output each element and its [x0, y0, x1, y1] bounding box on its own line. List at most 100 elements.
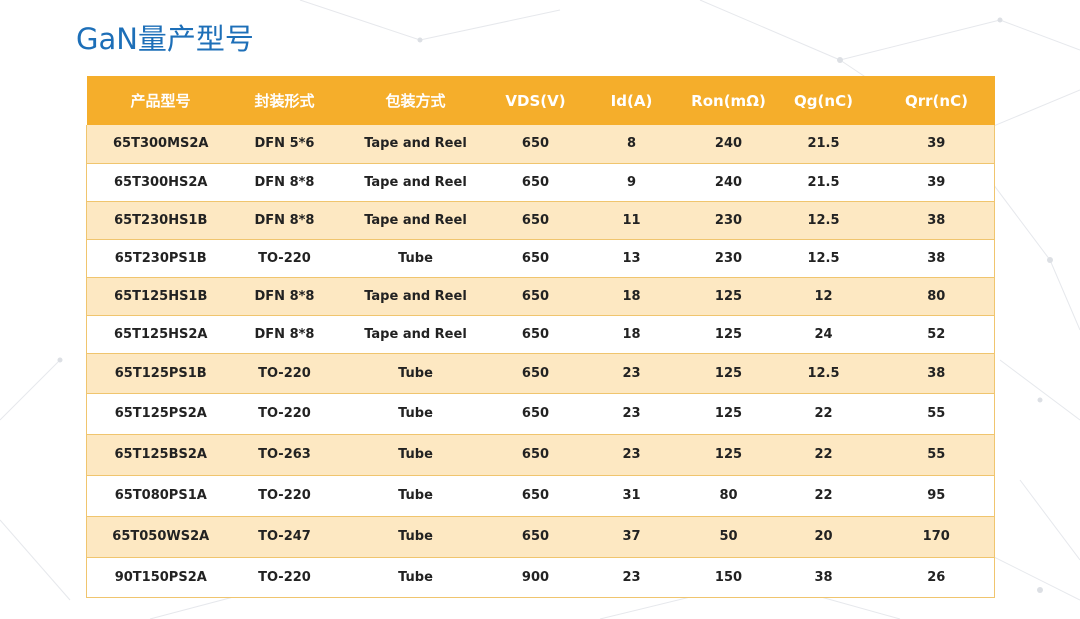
table-row: 65T125PS2A TO-220 Tube 650 23 125 22 55: [86, 393, 995, 435]
table-cell: 65T300HS2A: [86, 163, 235, 202]
column-header: 封装形式: [234, 76, 335, 125]
table-cell: 80: [878, 277, 995, 316]
column-header: Id(A): [574, 76, 689, 125]
table-cell: 65T300MS2A: [86, 125, 235, 164]
table-cell: 12.5: [768, 201, 879, 240]
table-cell: Tape and Reel: [334, 125, 497, 164]
table-cell: 125: [688, 315, 769, 354]
table-cell: 650: [496, 125, 575, 164]
table-cell: Tube: [334, 516, 497, 558]
table-cell: 65T080PS1A: [86, 475, 235, 517]
table-cell: 80: [688, 475, 769, 517]
column-header: Qrr(nC): [878, 76, 995, 125]
table-cell: 125: [688, 393, 769, 435]
table-cell: 65T125BS2A: [86, 434, 235, 476]
table-cell: TO-247: [234, 516, 335, 558]
table-cell: 38: [878, 201, 995, 240]
table-cell: 22: [768, 434, 879, 476]
table-cell: Tape and Reel: [334, 163, 497, 202]
table-cell: 23: [574, 353, 689, 394]
page-title: GaN量产型号: [76, 22, 254, 56]
table-cell: 31: [574, 475, 689, 517]
table-cell: 650: [496, 393, 575, 435]
table-header-row: 产品型号 封装形式 包装方式 VDS(V) Id(A) Ron(mΩ) Qg(nC) Qrr(…: [86, 76, 995, 125]
table-cell: 65T230PS1B: [86, 239, 235, 278]
table-cell: 170: [878, 516, 995, 558]
table-cell: 125: [688, 353, 769, 394]
table-cell: 13: [574, 239, 689, 278]
table-row: 65T050WS2A TO-247 Tube 650 37 50 20 170: [86, 516, 995, 558]
table-row: 65T300MS2A DFN 5*6 Tape and Reel 650 8 240 21.…: [86, 125, 995, 164]
table-cell: 12.5: [768, 353, 879, 394]
table-cell: 39: [878, 125, 995, 164]
table-cell: 650: [496, 277, 575, 316]
table-cell: 26: [878, 557, 995, 598]
table-cell: Tape and Reel: [334, 201, 497, 240]
table-cell: 65T125PS1B: [86, 353, 235, 394]
table-cell: 18: [574, 315, 689, 354]
table-cell: 22: [768, 475, 879, 517]
table-cell: Tube: [334, 353, 497, 394]
table-cell: 65T125HS2A: [86, 315, 235, 354]
table-cell: Tube: [334, 475, 497, 517]
table-cell: DFN 8*8: [234, 201, 335, 240]
table-cell: DFN 8*8: [234, 315, 335, 354]
table-cell: DFN 8*8: [234, 277, 335, 316]
table-cell: 55: [878, 393, 995, 435]
table-cell: TO-220: [234, 353, 335, 394]
table-cell: 125: [688, 434, 769, 476]
table-cell: Tape and Reel: [334, 315, 497, 354]
column-header: VDS(V): [496, 76, 575, 125]
table-cell: 650: [496, 163, 575, 202]
table-cell: 150: [688, 557, 769, 598]
table-cell: 55: [878, 434, 995, 476]
table-cell: 22: [768, 393, 879, 435]
table-cell: 12: [768, 277, 879, 316]
table-cell: 21.5: [768, 163, 879, 202]
table-cell: DFN 5*6: [234, 125, 335, 164]
table-row: 65T230PS1B TO-220 Tube 650 13 230 12.5 38: [86, 239, 995, 278]
table-row: 65T125BS2A TO-263 Tube 650 23 125 22 55: [86, 434, 995, 476]
table-cell: 125: [688, 277, 769, 316]
table-cell: Tube: [334, 239, 497, 278]
table-row: 65T300HS2A DFN 8*8 Tape and Reel 650 9 240 21.…: [86, 163, 995, 202]
table-cell: 24: [768, 315, 879, 354]
table-cell: 52: [878, 315, 995, 354]
table-cell: 650: [496, 353, 575, 394]
table-cell: Tube: [334, 434, 497, 476]
table-row: 90T150PS2A TO-220 Tube 900 23 150 38 26: [86, 557, 995, 598]
table-cell: TO-220: [234, 393, 335, 435]
table-cell: 12.5: [768, 239, 879, 278]
table-cell: 38: [768, 557, 879, 598]
table-row: 65T125PS1B TO-220 Tube 650 23 125 12.5 38: [86, 353, 995, 394]
table-cell: 650: [496, 239, 575, 278]
table-cell: Tube: [334, 557, 497, 598]
table-cell: 18: [574, 277, 689, 316]
table-cell: 65T230HS1B: [86, 201, 235, 240]
table-cell: 650: [496, 201, 575, 240]
column-header: Qg(nC): [768, 76, 879, 125]
table-cell: DFN 8*8: [234, 163, 335, 202]
table-cell: TO-263: [234, 434, 335, 476]
table-cell: 20: [768, 516, 879, 558]
table-cell: 650: [496, 434, 575, 476]
table-cell: 8: [574, 125, 689, 164]
table-cell: TO-220: [234, 239, 335, 278]
table-cell: 23: [574, 557, 689, 598]
table-cell: 240: [688, 125, 769, 164]
table-cell: 21.5: [768, 125, 879, 164]
table-row: 65T230HS1B DFN 8*8 Tape and Reel 650 11 230 12…: [86, 201, 995, 240]
table-row: 65T125HS2A DFN 8*8 Tape and Reel 650 18 125 24…: [86, 315, 995, 354]
table-cell: 230: [688, 239, 769, 278]
table-row: 65T125HS1B DFN 8*8 Tape and Reel 650 18 125 12…: [86, 277, 995, 316]
gan-product-table: 产品型号 封装形式 包装方式 VDS(V) Id(A) Ron(mΩ) Qg(nC) Qrr(…: [86, 76, 995, 598]
table-cell: 39: [878, 163, 995, 202]
table-cell: 65T125HS1B: [86, 277, 235, 316]
table-row: 65T080PS1A TO-220 Tube 650 31 80 22 95: [86, 475, 995, 517]
table-cell: 900: [496, 557, 575, 598]
table-cell: 11: [574, 201, 689, 240]
table-cell: 650: [496, 315, 575, 354]
column-header: 产品型号: [86, 76, 235, 125]
column-header: 包装方式: [334, 76, 497, 125]
table-cell: 37: [574, 516, 689, 558]
